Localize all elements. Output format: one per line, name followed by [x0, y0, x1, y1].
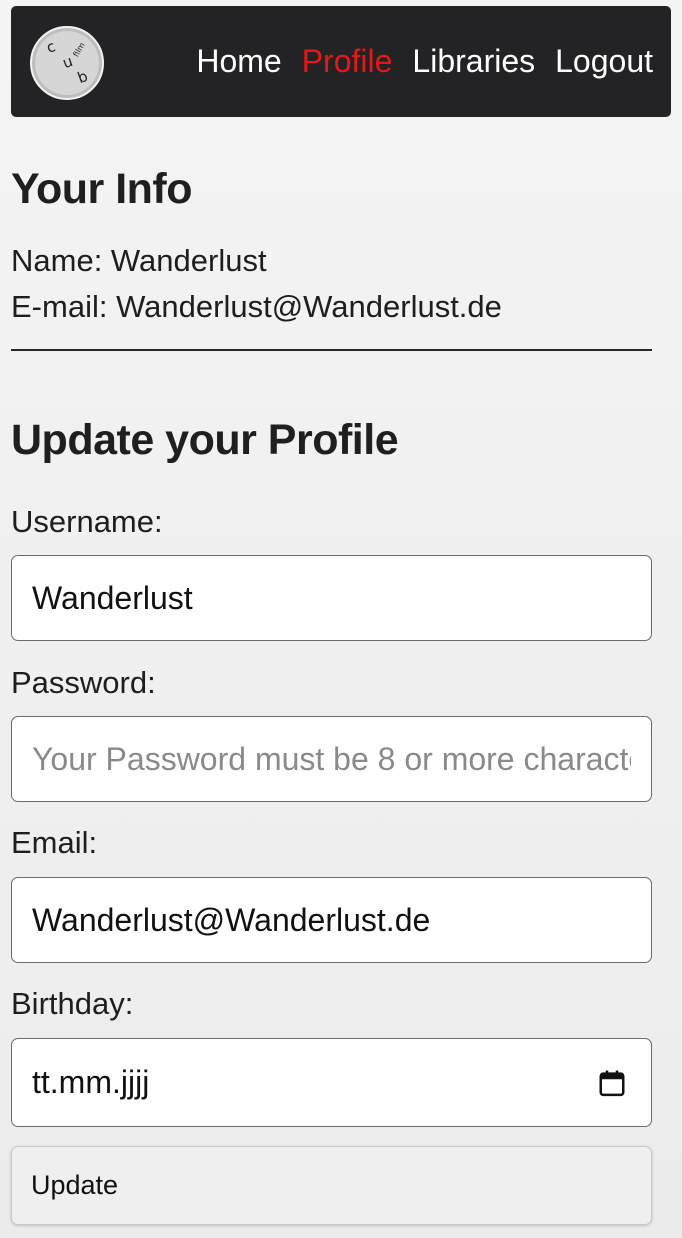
- calendar-icon[interactable]: [597, 1068, 627, 1098]
- update-button[interactable]: Update: [11, 1146, 652, 1225]
- info-email: E-mail: Wanderlust@Wanderlust.de: [11, 289, 502, 324]
- your-info-heading: Your Info: [11, 165, 193, 213]
- nav-libraries-link[interactable]: Libraries: [412, 41, 535, 81]
- nav-home-link[interactable]: Home: [196, 41, 281, 81]
- logo-letter-c: c: [43, 37, 58, 57]
- update-profile-heading: Update your Profile: [11, 416, 399, 464]
- birthday-placeholder: tt.mm.jjjj: [32, 1064, 150, 1100]
- birthday-label: Birthday:: [11, 986, 134, 1021]
- password-label: Password:: [11, 665, 156, 700]
- birthday-input[interactable]: tt.mm.jjjj: [11, 1038, 652, 1127]
- info-name: Name: Wanderlust: [11, 243, 267, 278]
- email-input[interactable]: [11, 877, 652, 963]
- username-label: Username:: [11, 504, 163, 539]
- password-input[interactable]: [11, 716, 652, 802]
- logo-letter-b: b: [75, 66, 91, 88]
- logo-letter-u: u: [60, 51, 76, 73]
- username-input[interactable]: [11, 555, 652, 641]
- logo-film-text: film: [71, 40, 87, 59]
- logo[interactable]: c u b film: [30, 26, 104, 100]
- nav-logout-link[interactable]: Logout: [555, 41, 653, 81]
- email-label: Email:: [11, 825, 98, 860]
- nav-profile-link[interactable]: Profile: [302, 41, 393, 81]
- navbar: c u b film Home Profile Libraries Logout: [11, 6, 671, 117]
- nav-links: Home Profile Libraries Logout: [196, 41, 653, 81]
- divider: [11, 349, 652, 351]
